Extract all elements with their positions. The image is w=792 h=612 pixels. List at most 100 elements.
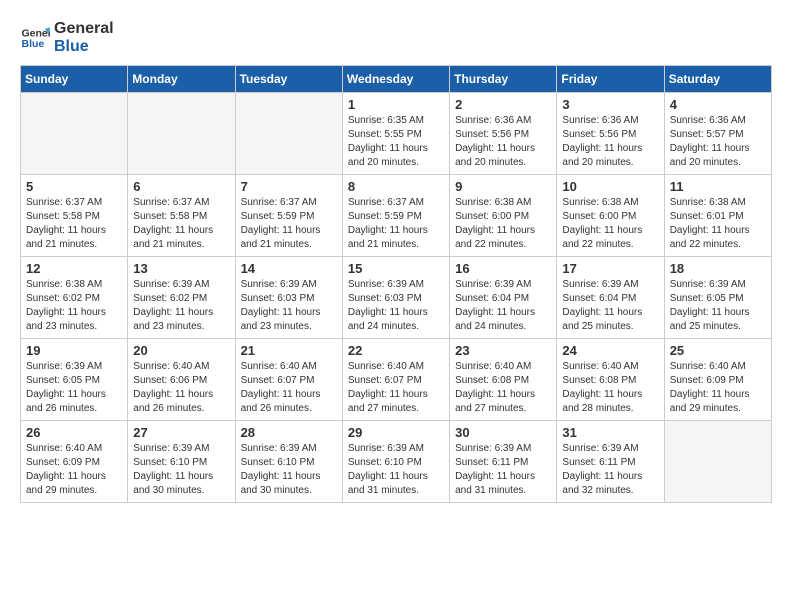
calendar-cell: 30 Sunrise: 6:39 AMSunset: 6:11 PMDayligh… [450, 421, 557, 503]
day-info: Sunrise: 6:39 AMSunset: 6:11 PMDaylight:… [455, 442, 551, 498]
calendar-cell [128, 93, 235, 175]
day-info: Sunrise: 6:39 AMSunset: 6:11 PMDaylight:… [562, 442, 658, 498]
calendar-cell [21, 93, 128, 175]
calendar-cell: 14Sunrise: 6:39 AMSunset: 6:03 PMDayligh… [235, 257, 342, 339]
calendar-cell: 5 Sunrise: 6:37 AMSunset: 5:58 PMDaylight… [21, 175, 128, 257]
weekday-header-monday: Monday [128, 66, 235, 93]
calendar-cell: 26 Sunrise: 6:40 AMSunset: 6:09 PMDayligh… [21, 421, 128, 503]
calendar-cell: 19 Sunrise: 6:39 AMSunset: 6:05 PMDayligh… [21, 339, 128, 421]
day-info: Sunrise: 6:38 AMSunset: 6:02 PMDaylight:… [26, 278, 122, 334]
day-info: Sunrise: 6:40 AMSunset: 6:07 PMDaylight:… [241, 360, 337, 416]
day-info: Sunrise: 6:39 AMSunset: 6:05 PMDaylight:… [26, 360, 122, 416]
calendar-cell: 17 Sunrise: 6:39 AMSunset: 6:04 PMDayligh… [557, 257, 664, 339]
weekday-header-tuesday: Tuesday [235, 66, 342, 93]
day-number: 30 [455, 425, 551, 440]
day-info: Sunrise: 6:35 AMSunset: 5:55 PMDaylight:… [348, 114, 444, 170]
day-number: 13 [133, 261, 229, 276]
day-number: 10 [562, 179, 658, 194]
day-info: Sunrise: 6:36 AMSunset: 5:57 PMDaylight:… [670, 114, 766, 170]
calendar-cell: 8Sunrise: 6:37 AMSunset: 5:59 PMDaylight… [342, 175, 449, 257]
day-info: Sunrise: 6:37 AMSunset: 5:58 PMDaylight:… [26, 196, 122, 252]
calendar-week-row: 5 Sunrise: 6:37 AMSunset: 5:58 PMDaylight… [21, 175, 772, 257]
weekday-header-thursday: Thursday [450, 66, 557, 93]
day-info: Sunrise: 6:38 AMSunset: 6:01 PMDaylight:… [670, 196, 766, 252]
day-info: Sunrise: 6:36 AMSunset: 5:56 PMDaylight:… [562, 114, 658, 170]
calendar-cell: 15Sunrise: 6:39 AMSunset: 6:03 PMDayligh… [342, 257, 449, 339]
calendar-cell: 16Sunrise: 6:39 AMSunset: 6:04 PMDayligh… [450, 257, 557, 339]
calendar-week-row: 12 Sunrise: 6:38 AMSunset: 6:02 PMDayligh… [21, 257, 772, 339]
day-number: 21 [241, 343, 337, 358]
day-number: 8 [348, 179, 444, 194]
svg-text:Blue: Blue [22, 38, 45, 50]
day-info: Sunrise: 6:40 AMSunset: 6:09 PMDaylight:… [26, 442, 122, 498]
calendar-cell: 29 Sunrise: 6:39 AMSunset: 6:10 PMDayligh… [342, 421, 449, 503]
calendar-week-row: 19 Sunrise: 6:39 AMSunset: 6:05 PMDayligh… [21, 339, 772, 421]
day-number: 11 [670, 179, 766, 194]
calendar-cell: 21 Sunrise: 6:40 AMSunset: 6:07 PMDayligh… [235, 339, 342, 421]
day-number: 9 [455, 179, 551, 194]
day-number: 22 [348, 343, 444, 358]
calendar-cell: 12 Sunrise: 6:38 AMSunset: 6:02 PMDayligh… [21, 257, 128, 339]
calendar-cell [235, 93, 342, 175]
calendar-week-row: 26 Sunrise: 6:40 AMSunset: 6:09 PMDayligh… [21, 421, 772, 503]
calendar-cell: 18 Sunrise: 6:39 AMSunset: 6:05 PMDayligh… [664, 257, 771, 339]
day-number: 25 [670, 343, 766, 358]
day-info: Sunrise: 6:39 AMSunset: 6:04 PMDaylight:… [562, 278, 658, 334]
logo-icon: General Blue [20, 23, 50, 53]
calendar-cell: 28 Sunrise: 6:39 AMSunset: 6:10 PMDayligh… [235, 421, 342, 503]
calendar-cell: 7Sunrise: 6:37 AMSunset: 5:59 PMDaylight… [235, 175, 342, 257]
day-number: 17 [562, 261, 658, 276]
day-number: 26 [26, 425, 122, 440]
calendar-cell: 3 Sunrise: 6:36 AMSunset: 5:56 PMDaylight… [557, 93, 664, 175]
day-number: 18 [670, 261, 766, 276]
calendar-cell: 22 Sunrise: 6:40 AMSunset: 6:07 PMDayligh… [342, 339, 449, 421]
calendar-cell: 20 Sunrise: 6:40 AMSunset: 6:06 PMDayligh… [128, 339, 235, 421]
logo-blue: Blue [54, 38, 114, 56]
calendar-cell: 6Sunrise: 6:37 AMSunset: 5:58 PMDaylight… [128, 175, 235, 257]
day-number: 5 [26, 179, 122, 194]
day-number: 3 [562, 97, 658, 112]
day-number: 14 [241, 261, 337, 276]
calendar-cell [664, 421, 771, 503]
calendar-cell: 2Sunrise: 6:36 AMSunset: 5:56 PMDaylight… [450, 93, 557, 175]
day-number: 19 [26, 343, 122, 358]
day-info: Sunrise: 6:40 AMSunset: 6:06 PMDaylight:… [133, 360, 229, 416]
day-info: Sunrise: 6:39 AMSunset: 6:04 PMDaylight:… [455, 278, 551, 334]
day-number: 28 [241, 425, 337, 440]
day-number: 4 [670, 97, 766, 112]
day-info: Sunrise: 6:39 AMSunset: 6:10 PMDaylight:… [348, 442, 444, 498]
day-info: Sunrise: 6:39 AMSunset: 6:10 PMDaylight:… [133, 442, 229, 498]
calendar-cell: 11 Sunrise: 6:38 AMSunset: 6:01 PMDayligh… [664, 175, 771, 257]
calendar-cell: 23Sunrise: 6:40 AMSunset: 6:08 PMDayligh… [450, 339, 557, 421]
day-number: 20 [133, 343, 229, 358]
calendar-cell: 4 Sunrise: 6:36 AMSunset: 5:57 PMDaylight… [664, 93, 771, 175]
day-info: Sunrise: 6:38 AMSunset: 6:00 PMDaylight:… [455, 196, 551, 252]
calendar-cell: 31 Sunrise: 6:39 AMSunset: 6:11 PMDayligh… [557, 421, 664, 503]
day-number: 24 [562, 343, 658, 358]
day-number: 27 [133, 425, 229, 440]
weekday-header-sunday: Sunday [21, 66, 128, 93]
day-info: Sunrise: 6:40 AMSunset: 6:08 PMDaylight:… [455, 360, 551, 416]
day-number: 29 [348, 425, 444, 440]
calendar-cell: 1Sunrise: 6:35 AMSunset: 5:55 PMDaylight… [342, 93, 449, 175]
calendar-cell: 24Sunrise: 6:40 AMSunset: 6:08 PMDayligh… [557, 339, 664, 421]
day-info: Sunrise: 6:37 AMSunset: 5:59 PMDaylight:… [241, 196, 337, 252]
day-number: 31 [562, 425, 658, 440]
day-info: Sunrise: 6:39 AMSunset: 6:05 PMDaylight:… [670, 278, 766, 334]
logo-general: General [54, 20, 114, 38]
day-info: Sunrise: 6:40 AMSunset: 6:09 PMDaylight:… [670, 360, 766, 416]
calendar-cell: 27 Sunrise: 6:39 AMSunset: 6:10 PMDayligh… [128, 421, 235, 503]
day-info: Sunrise: 6:39 AMSunset: 6:10 PMDaylight:… [241, 442, 337, 498]
page-header: General Blue General Blue [20, 20, 772, 55]
calendar-week-row: 1Sunrise: 6:35 AMSunset: 5:55 PMDaylight… [21, 93, 772, 175]
day-info: Sunrise: 6:38 AMSunset: 6:00 PMDaylight:… [562, 196, 658, 252]
day-number: 12 [26, 261, 122, 276]
calendar-cell: 9 Sunrise: 6:38 AMSunset: 6:00 PMDaylight… [450, 175, 557, 257]
calendar-cell: 13Sunrise: 6:39 AMSunset: 6:02 PMDayligh… [128, 257, 235, 339]
day-number: 6 [133, 179, 229, 194]
day-info: Sunrise: 6:36 AMSunset: 5:56 PMDaylight:… [455, 114, 551, 170]
day-info: Sunrise: 6:40 AMSunset: 6:07 PMDaylight:… [348, 360, 444, 416]
calendar-cell: 25 Sunrise: 6:40 AMSunset: 6:09 PMDayligh… [664, 339, 771, 421]
calendar-cell: 10 Sunrise: 6:38 AMSunset: 6:00 PMDayligh… [557, 175, 664, 257]
weekday-header-row: SundayMondayTuesdayWednesdayThursdayFrid… [21, 66, 772, 93]
